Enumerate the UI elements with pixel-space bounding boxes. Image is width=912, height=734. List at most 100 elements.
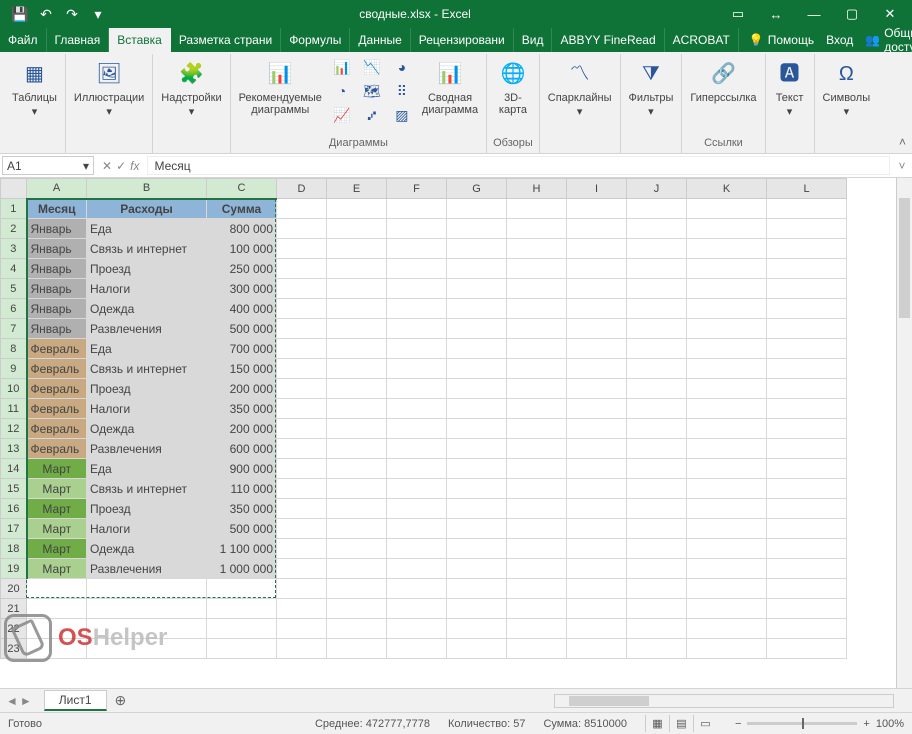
cell[interactable] xyxy=(767,299,847,319)
cell[interactable]: 1 100 000 xyxy=(207,539,277,559)
cell[interactable] xyxy=(687,399,767,419)
row-header[interactable]: 23 xyxy=(1,639,27,659)
collapse-ribbon-icon[interactable]: ˄ xyxy=(899,135,906,149)
col-header-B[interactable]: B xyxy=(87,179,207,199)
cell[interactable] xyxy=(387,239,447,259)
cell[interactable] xyxy=(567,459,627,479)
cell[interactable] xyxy=(687,319,767,339)
cell[interactable] xyxy=(687,599,767,619)
tab-данные[interactable]: Данные xyxy=(350,28,410,52)
column-chart-icon[interactable]: 📊 xyxy=(330,56,354,78)
cell[interactable] xyxy=(277,339,327,359)
cell[interactable] xyxy=(87,619,207,639)
cell[interactable]: Март xyxy=(27,539,87,559)
cell[interactable] xyxy=(627,639,687,659)
cell[interactable] xyxy=(447,359,507,379)
cell[interactable] xyxy=(327,339,387,359)
cell[interactable] xyxy=(767,579,847,599)
cell[interactable] xyxy=(207,619,277,639)
cell[interactable] xyxy=(767,279,847,299)
cell[interactable] xyxy=(387,579,447,599)
cell[interactable]: 150 000 xyxy=(207,359,277,379)
expand-formula-bar-icon[interactable]: ˅ xyxy=(892,154,912,177)
3d-map-button[interactable]: 🌐 3D- карта xyxy=(495,56,531,118)
cell[interactable] xyxy=(687,639,767,659)
cell[interactable] xyxy=(567,539,627,559)
cell[interactable] xyxy=(627,379,687,399)
cell[interactable] xyxy=(447,239,507,259)
cell[interactable]: Февраль xyxy=(27,399,87,419)
cell[interactable] xyxy=(327,579,387,599)
cell[interactable]: Февраль xyxy=(27,439,87,459)
cell[interactable] xyxy=(567,579,627,599)
cell[interactable] xyxy=(767,359,847,379)
cell[interactable] xyxy=(767,319,847,339)
normal-view-icon[interactable]: ▦ xyxy=(645,715,669,732)
name-box[interactable]: A1 ▾ xyxy=(2,156,94,175)
cell[interactable] xyxy=(327,299,387,319)
sheet-tab-active[interactable]: Лист1 xyxy=(44,690,107,711)
cell[interactable] xyxy=(327,539,387,559)
cell[interactable] xyxy=(567,439,627,459)
cell[interactable] xyxy=(327,499,387,519)
zoom-level[interactable]: 100% xyxy=(876,718,904,730)
cell[interactable]: Январь xyxy=(27,319,87,339)
cell[interactable] xyxy=(327,319,387,339)
row-header[interactable]: 12 xyxy=(1,419,27,439)
cell[interactable]: 110 000 xyxy=(207,479,277,499)
cell[interactable] xyxy=(767,539,847,559)
cell[interactable] xyxy=(567,519,627,539)
cell[interactable]: Еда xyxy=(87,339,207,359)
save-icon[interactable]: 💾 xyxy=(8,2,32,26)
maximize-icon[interactable]: ▢ xyxy=(834,2,870,26)
cell[interactable]: Развлечения xyxy=(87,559,207,579)
cell[interactable] xyxy=(27,619,87,639)
zoom-out-icon[interactable]: − xyxy=(735,718,741,730)
touch-mode-icon[interactable]: ↔ xyxy=(758,2,794,26)
cell[interactable] xyxy=(627,599,687,619)
cell[interactable] xyxy=(447,499,507,519)
cell[interactable]: Январь xyxy=(27,259,87,279)
cell[interactable] xyxy=(447,559,507,579)
cell[interactable] xyxy=(447,639,507,659)
cell[interactable]: 800 000 xyxy=(207,219,277,239)
cell[interactable]: Еда xyxy=(87,459,207,479)
cell[interactable] xyxy=(507,279,567,299)
cell[interactable]: 1 000 000 xyxy=(207,559,277,579)
cell[interactable] xyxy=(387,459,447,479)
statistic-chart-icon[interactable]: 📈 xyxy=(330,104,354,126)
cell[interactable] xyxy=(207,599,277,619)
cell[interactable] xyxy=(277,519,327,539)
col-header-J[interactable]: J xyxy=(627,179,687,199)
cell[interactable]: 350 000 xyxy=(207,399,277,419)
cell[interactable]: 350 000 xyxy=(207,499,277,519)
hyperlink-button[interactable]: 🔗 Гиперссылка xyxy=(688,56,758,106)
cell[interactable] xyxy=(567,239,627,259)
cell[interactable] xyxy=(627,199,687,219)
cell[interactable] xyxy=(627,539,687,559)
cell[interactable] xyxy=(327,259,387,279)
add-sheet-icon[interactable]: ⊕ xyxy=(107,692,135,709)
cell[interactable] xyxy=(567,199,627,219)
cell[interactable] xyxy=(507,379,567,399)
tab-рецензирование[interactable]: Рецензировани xyxy=(411,28,514,52)
cell[interactable] xyxy=(687,239,767,259)
cell[interactable] xyxy=(277,239,327,259)
cell[interactable] xyxy=(507,319,567,339)
cell[interactable] xyxy=(27,599,87,619)
tab-главная[interactable]: Главная xyxy=(47,28,110,52)
cell[interactable] xyxy=(277,559,327,579)
cell[interactable] xyxy=(277,579,327,599)
row-header[interactable]: 4 xyxy=(1,259,27,279)
cell[interactable] xyxy=(567,339,627,359)
cell[interactable] xyxy=(387,519,447,539)
row-header[interactable]: 11 xyxy=(1,399,27,419)
row-header[interactable]: 3 xyxy=(1,239,27,259)
zoom-control[interactable]: − + 100% xyxy=(735,718,904,730)
cell[interactable] xyxy=(767,259,847,279)
zoom-in-icon[interactable]: + xyxy=(863,718,869,730)
share-button[interactable]: 👥 Общий доступ xyxy=(865,26,912,54)
cell[interactable] xyxy=(507,579,567,599)
cell[interactable] xyxy=(447,299,507,319)
cell[interactable]: Февраль xyxy=(27,359,87,379)
